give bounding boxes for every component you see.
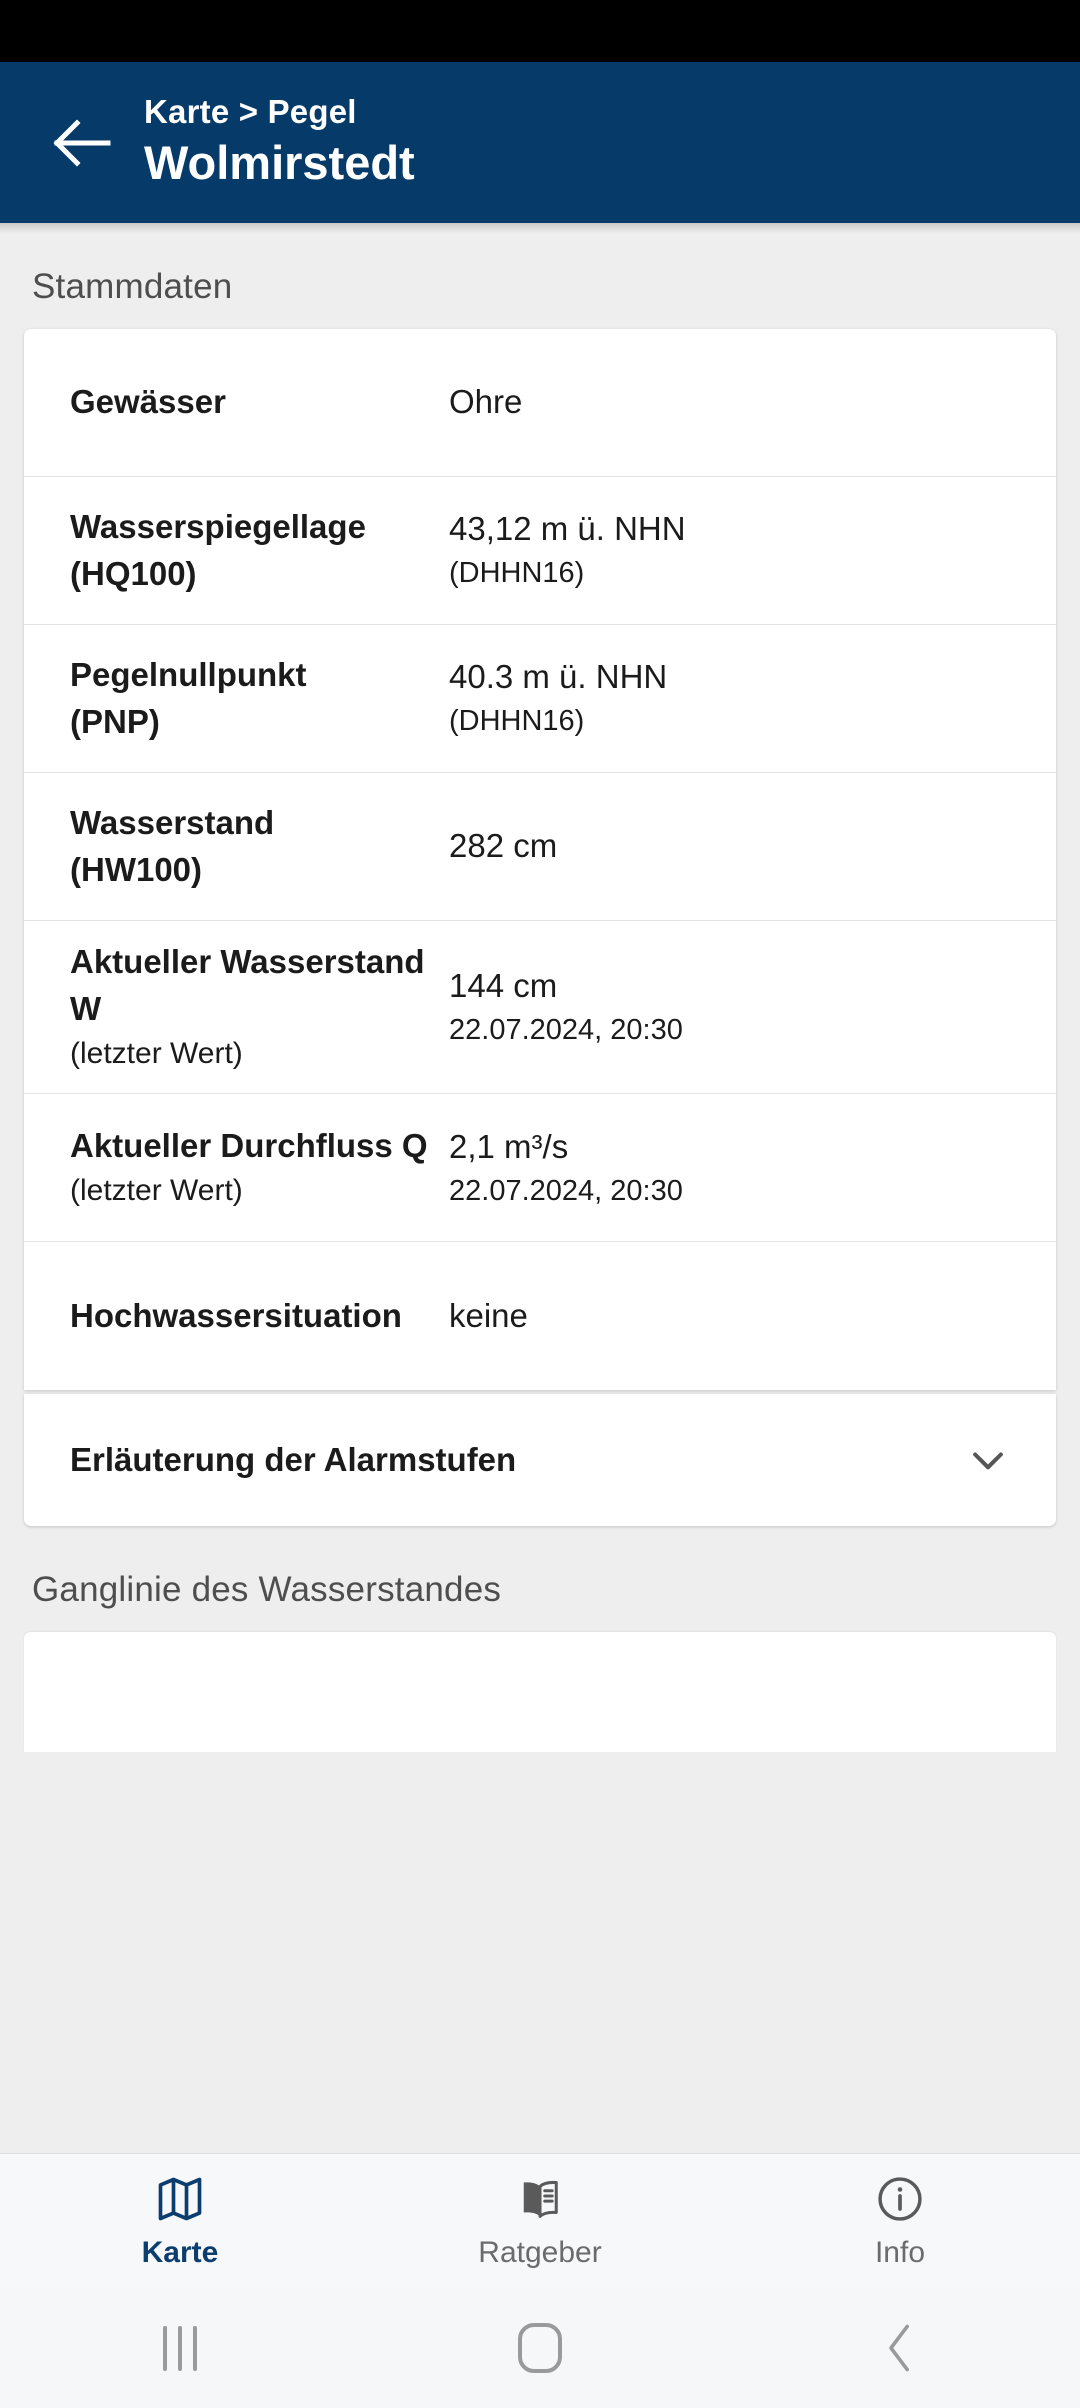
row-value-sub: (DHHN16) (449, 705, 585, 738)
section-title-ganglinie: Ganglinie des Wasserstandes (32, 1570, 502, 1610)
row-label: Gewässer (24, 379, 449, 426)
info-circle-icon (874, 2172, 926, 2226)
table-row: Wasserstand (HW100) 282 cm (24, 773, 1056, 921)
arrow-left-icon (53, 118, 111, 167)
bottom-tab-bar: Karte Ratgeber Info (0, 2153, 1080, 2288)
row-value-sub: 22.07.2024, 20:30 (449, 1174, 683, 1207)
alarmstufen-accordion[interactable]: Erläuterung der Alarmstufen (24, 1394, 1056, 1527)
app-screen: Karte > Pegel Wolmirstedt Stammdaten Gew… (0, 0, 1080, 2408)
table-row: Hochwassersituation keine (24, 1242, 1056, 1390)
android-nav-bar (0, 2288, 1080, 2408)
row-label-main: Wasserspiegellage (70, 507, 366, 545)
map-icon (154, 2172, 206, 2226)
row-value: 282 cm (449, 823, 1056, 870)
header-titles: Karte > Pegel Wolmirstedt (144, 92, 415, 194)
row-value: 2,1 m³/s 22.07.2024, 20:30 (449, 1124, 1056, 1212)
row-label-main: Wasserstand (70, 803, 275, 841)
row-label-main: Aktueller Durchfluss Q (70, 1127, 428, 1165)
row-value-main: keine (449, 1296, 528, 1334)
row-label-sub: (PNP) (70, 702, 160, 740)
row-value-main: 40.3 m ü. NHN (449, 658, 668, 696)
tab-ratgeber[interactable]: Ratgeber (360, 2172, 720, 2270)
back-chevron-icon (889, 2324, 909, 2372)
row-label-main: Gewässer (70, 383, 226, 421)
home-icon (518, 2323, 562, 2373)
row-label: Pegelnullpunkt (PNP) (24, 652, 449, 746)
table-row: Aktueller Durchfluss Q (letzter Wert) 2,… (24, 1094, 1056, 1243)
row-value: Ohre (449, 379, 1056, 426)
row-value-main: Ohre (449, 383, 523, 421)
row-label-sub: (letzter Wert) (70, 1173, 243, 1207)
table-row: Wasserspiegellage (HQ100) 43,12 m ü. NHN… (24, 477, 1056, 625)
row-label-main: Hochwassersituation (70, 1296, 402, 1334)
row-label-sub: (HQ100) (70, 554, 197, 592)
status-bar (0, 0, 1080, 62)
table-row: Aktueller Wasserstand W (letzter Wert) 1… (24, 921, 1056, 1095)
row-label-sub: (HW100) (70, 850, 203, 888)
table-row: Gewässer Ohre (24, 329, 1056, 477)
tab-karte[interactable]: Karte (0, 2172, 360, 2270)
back-button[interactable] (36, 97, 128, 189)
row-label-main: Aktueller Wasserstand W (70, 943, 425, 1027)
row-value-main: 282 cm (449, 827, 558, 865)
row-value-sub: (DHHN16) (449, 557, 585, 590)
row-label: Aktueller Durchfluss Q (letzter Wert) (24, 1123, 449, 1212)
stammdaten-card: Gewässer Ohre Wasserspiegellage (HQ100) … (24, 329, 1056, 1391)
tab-label-ratgeber: Ratgeber (478, 2236, 602, 2269)
tab-info[interactable]: Info (720, 2172, 1080, 2270)
row-value-main: 144 cm (449, 967, 558, 1005)
row-label-main: Pegelnullpunkt (70, 655, 307, 693)
row-label: Wasserstand (HW100) (24, 800, 449, 894)
app-header: Karte > Pegel Wolmirstedt (0, 62, 1080, 223)
row-value: keine (449, 1293, 1056, 1340)
chevron-down-icon (973, 1452, 1003, 1470)
row-value-main: 2,1 m³/s (449, 1127, 569, 1165)
row-value-sub: 22.07.2024, 20:30 (449, 1014, 683, 1046)
breadcrumb[interactable]: Karte > Pegel (144, 92, 415, 132)
row-label: Aktueller Wasserstand W (letzter Wert) (24, 939, 449, 1075)
accordion-label: Erläuterung der Alarmstufen (70, 1441, 517, 1479)
row-value: 43,12 m ü. NHN (DHHN16) (449, 506, 1056, 594)
table-row: Pegelnullpunkt (PNP) 40.3 m ü. NHN (DHHN… (24, 625, 1056, 773)
section-title-stammdaten: Stammdaten (32, 267, 233, 306)
row-label: Hochwassersituation (24, 1293, 449, 1340)
page-title: Wolmirstedt (144, 135, 415, 189)
back-button-system[interactable] (720, 2321, 1080, 2375)
ganglinie-chart-card[interactable] (24, 1632, 1056, 1753)
tab-label-karte: Karte (141, 2236, 219, 2269)
book-icon (514, 2172, 566, 2226)
row-value: 40.3 m ü. NHN (DHHN16) (449, 654, 1056, 742)
recents-icon (163, 2325, 197, 2371)
scroll-content[interactable]: Stammdaten Gewässer Ohre Wasserspiegella… (0, 223, 1080, 2153)
row-label-sub: (letzter Wert) (70, 1036, 243, 1070)
row-value: 144 cm 22.07.2024, 20:30 (449, 963, 1056, 1051)
recents-button[interactable] (0, 2325, 360, 2371)
row-value-main: 43,12 m ü. NHN (449, 510, 686, 548)
row-label: Wasserspiegellage (HQ100) (24, 504, 449, 598)
tab-label-info: Info (874, 2236, 926, 2269)
home-button[interactable] (360, 2323, 720, 2373)
